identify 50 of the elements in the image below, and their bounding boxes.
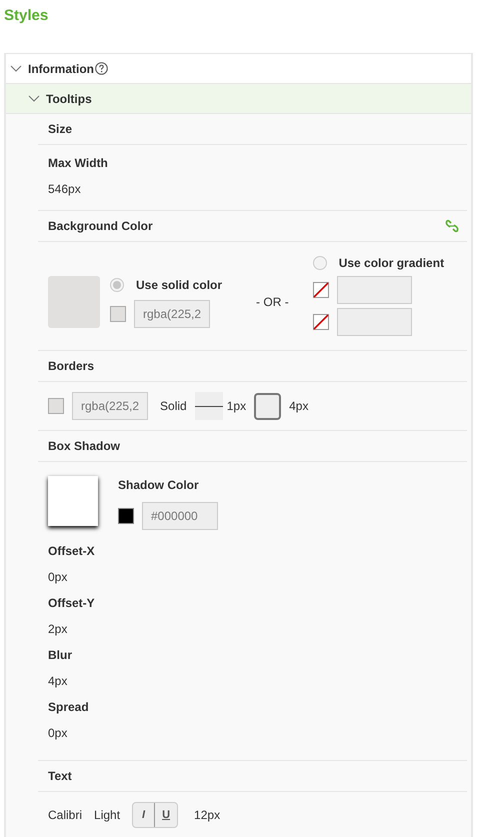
- no-color-swatch[interactable]: [312, 282, 329, 298]
- color-swatch[interactable]: [48, 276, 100, 328]
- underline-button[interactable]: U: [155, 803, 178, 827]
- color-swatch[interactable]: [118, 508, 134, 524]
- field-value: 0px: [48, 725, 68, 742]
- no-color-swatch[interactable]: [312, 314, 329, 330]
- separator-text: - OR -: [256, 294, 289, 311]
- line-style-sample[interactable]: [194, 392, 223, 420]
- radio-button[interactable]: [110, 278, 124, 292]
- radio-button[interactable]: [312, 256, 327, 270]
- field-value: 2px: [48, 621, 68, 638]
- tree-row[interactable]: Information: [6, 54, 471, 84]
- section-heading: Size: [48, 121, 72, 138]
- tree-row[interactable]: Tooltips: [6, 84, 471, 114]
- border-style-value[interactable]: Solid: [160, 397, 187, 415]
- color-input[interactable]: [336, 308, 412, 336]
- shadow-preview: [48, 476, 98, 526]
- field-label: Offset-Y: [48, 595, 96, 612]
- field-label: Max Width: [48, 155, 109, 172]
- link-icon: [445, 219, 459, 233]
- font-family-value[interactable]: Calibri: [48, 806, 82, 824]
- field-value: 546px: [48, 181, 82, 198]
- section-heading: Text: [48, 768, 72, 785]
- section-heading: Box Shadow: [48, 438, 120, 455]
- color-input[interactable]: rgba(225,2: [134, 300, 210, 328]
- border-radius-value: 4px: [289, 398, 308, 415]
- field-label: Spread: [48, 699, 90, 716]
- field-label: Blur: [48, 647, 73, 664]
- help-icon: [95, 62, 108, 75]
- tree-label: Information: [28, 60, 94, 78]
- font-size-value[interactable]: 12px: [194, 806, 220, 824]
- color-swatch[interactable]: [48, 398, 64, 414]
- color-input[interactable]: #000000: [142, 502, 218, 530]
- field-label: Shadow Color: [118, 477, 200, 494]
- color-input[interactable]: rgba(225,2: [72, 392, 148, 420]
- color-swatch[interactable]: [110, 306, 126, 322]
- border-width-value: 1px: [226, 398, 246, 415]
- radio-label[interactable]: Use color gradient: [338, 254, 444, 272]
- field-value: 0px: [48, 569, 68, 586]
- section-heading: Borders: [48, 358, 94, 375]
- radio-label[interactable]: Use solid color: [136, 276, 222, 294]
- section-heading: Background Color: [48, 218, 153, 235]
- font-weight-value[interactable]: Light: [94, 806, 120, 824]
- color-input[interactable]: [336, 276, 412, 304]
- field-label: Offset-X: [48, 543, 96, 560]
- field-value: 4px: [48, 673, 68, 690]
- panel-title: Styles: [4, 6, 50, 26]
- italic-button[interactable]: I: [133, 803, 156, 827]
- tree-label: Tooltips: [46, 90, 92, 108]
- border-radius-sample[interactable]: [254, 392, 282, 420]
